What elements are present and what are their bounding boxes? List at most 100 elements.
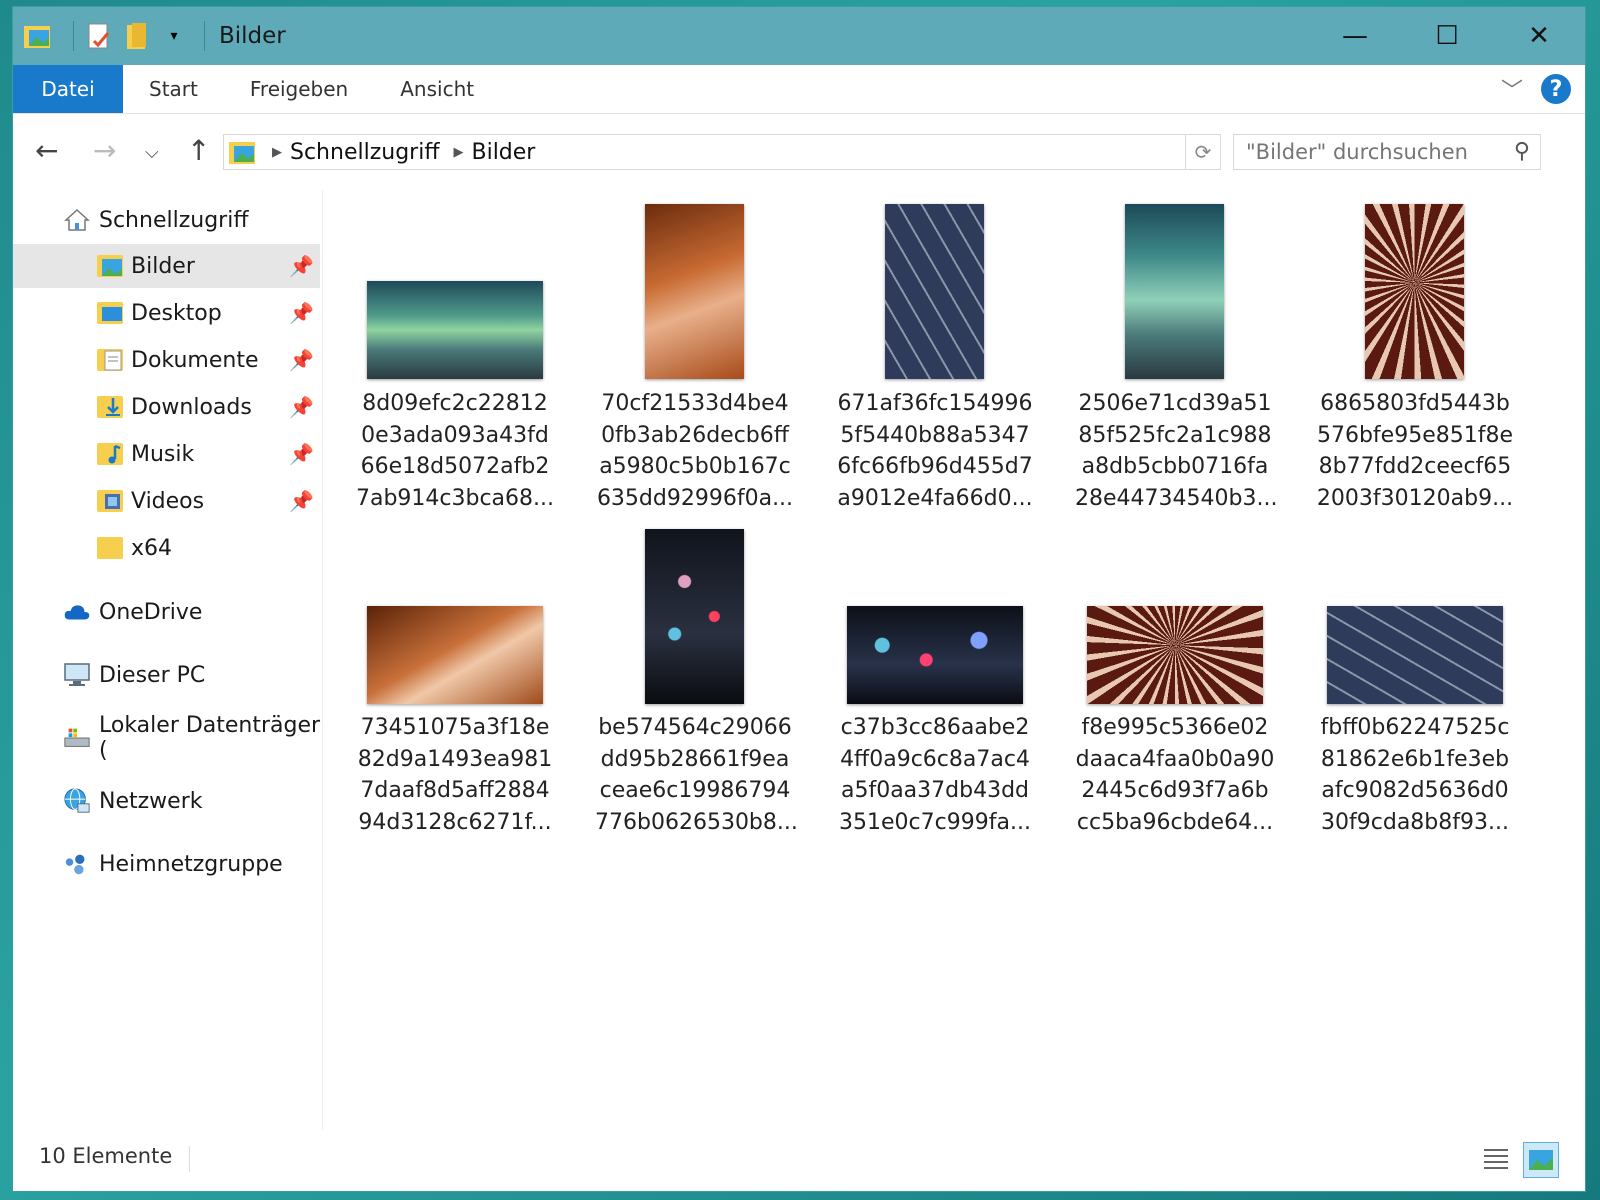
file-thumbnail-solar-panels-wide[interactable]: [1327, 606, 1503, 704]
file-thumbnail-bokeh-wide[interactable]: [847, 606, 1023, 704]
large-icons-view-icon[interactable]: [1523, 1142, 1559, 1178]
computer-icon: [63, 662, 91, 688]
status-divider: [189, 1146, 190, 1172]
file-name[interactable]: 73451075a3f18e 82d9a1493ea981 7daaf8d5af…: [355, 712, 555, 838]
forward-arrow-icon[interactable]: →: [93, 134, 116, 167]
file-name[interactable]: 8d09efc2c22812 0e3ada093a43fd 66e18d5072…: [355, 388, 555, 514]
search-icon[interactable]: ⚲: [1514, 139, 1530, 164]
sidebar-item-label: x64: [131, 535, 173, 561]
window-controls: — ☐ ✕: [1309, 7, 1585, 65]
sidebar-item-heimnetzgruppe[interactable]: Heimnetzgruppe: [63, 842, 283, 886]
file-name[interactable]: be574564c29066 dd95b28661f9ea ceae6c1998…: [595, 712, 798, 838]
quick-access-toolbar: ▾: [13, 7, 215, 65]
file-thumbnail-wood-curve[interactable]: [645, 204, 744, 379]
downloads-folder-icon: [97, 396, 123, 418]
properties-icon[interactable]: [84, 21, 114, 51]
breadcrumb-schnellzugriff[interactable]: Schnellzugriff: [290, 140, 439, 165]
sidebar-item-dieser-pc[interactable]: Dieser PC: [63, 653, 205, 697]
breadcrumb-separator-icon[interactable]: ▶: [272, 145, 282, 160]
status-bar: 10 Elemente: [13, 1130, 1585, 1191]
file-thumbnail-portrait-aurora[interactable]: [1125, 204, 1224, 379]
customize-toolbar-icon[interactable]: ▾: [164, 21, 184, 51]
sidebar-item-videos[interactable]: Videos 📌: [13, 479, 320, 523]
file-thumbnail-red-sculpture[interactable]: [1365, 204, 1464, 379]
file-thumbnail-solar-panels[interactable]: [885, 204, 984, 379]
home-icon: [63, 207, 91, 233]
window-title: Bilder: [219, 23, 286, 49]
file-thumbnail-red-sculpture-wide[interactable]: [1087, 606, 1263, 704]
details-view-icon[interactable]: [1479, 1142, 1513, 1176]
help-button[interactable]: ?: [1541, 74, 1571, 104]
item-count: 10 Elemente: [39, 1144, 173, 1168]
file-thumbnail-wood-curve-wide[interactable]: [367, 606, 543, 704]
tab-ansicht[interactable]: Ansicht: [374, 65, 500, 113]
address-bar[interactable]: ▶ Schnellzugriff ▶ Bilder ⟳: [223, 134, 1221, 170]
file-view: 8d09efc2c22812 0e3ada093a43fd 66e18d5072…: [323, 190, 1585, 1130]
file-name[interactable]: 671af36fc154996 5f5440b88a5347 6fc66fb96…: [835, 388, 1035, 514]
sidebar-item-musik[interactable]: Musik 📌: [13, 432, 320, 476]
breadcrumb-separator-icon[interactable]: ▶: [453, 145, 463, 160]
minimize-button[interactable]: —: [1309, 7, 1401, 65]
sidebar-item-label: Lokaler Datenträger (: [99, 713, 321, 763]
sidebar-item-label: Heimnetzgruppe: [99, 851, 283, 877]
file-name[interactable]: 2506e71cd39a51 85f525fc2a1c988 a8db5cbb0…: [1075, 388, 1277, 514]
pin-icon[interactable]: 📌: [289, 489, 314, 513]
file-name[interactable]: fbff0b62247525c 81862e6b1fe3eb afc9082d5…: [1315, 712, 1515, 838]
sidebar-item-lokaler-datentraeger[interactable]: Lokaler Datenträger (: [63, 713, 322, 763]
file-thumbnail-landscape-aurora[interactable]: [367, 281, 543, 379]
pin-icon[interactable]: 📌: [289, 348, 314, 372]
sidebar-item-onedrive[interactable]: OneDrive: [63, 590, 202, 634]
tab-freigeben[interactable]: Freigeben: [224, 65, 374, 113]
recent-locations-chevron-icon[interactable]: ⌵: [145, 142, 159, 163]
sidebar-item-bilder[interactable]: Bilder 📌: [13, 244, 320, 288]
file-thumbnail-bokeh-portrait[interactable]: [645, 529, 744, 704]
navigation-pane: Schnellzugriff Bilder 📌 Desktop 📌 Dokume…: [13, 190, 323, 1130]
up-arrow-icon[interactable]: ↑: [187, 134, 210, 167]
back-arrow-icon[interactable]: ←: [35, 134, 58, 167]
pin-icon[interactable]: 📌: [289, 301, 314, 325]
sidebar-item-label: Dokumente: [131, 347, 259, 373]
search-input[interactable]: [1244, 139, 1508, 165]
sidebar-item-label: Netzwerk: [99, 788, 203, 814]
tab-datei[interactable]: Datei: [13, 65, 123, 113]
sidebar-item-label: Bilder: [131, 253, 195, 279]
sidebar-item-schnellzugriff[interactable]: Schnellzugriff: [63, 198, 248, 242]
close-button[interactable]: ✕: [1493, 7, 1585, 65]
pictures-folder-icon: [97, 255, 123, 277]
homegroup-icon: [63, 851, 91, 877]
sidebar-item-dokumente[interactable]: Dokumente 📌: [13, 338, 320, 382]
documents-folder-icon: [97, 349, 123, 371]
title-bar: ▾ Bilder — ☐ ✕: [13, 7, 1585, 65]
tab-start[interactable]: Start: [123, 65, 224, 113]
pin-icon[interactable]: 📌: [289, 442, 314, 466]
refresh-icon[interactable]: ⟳: [1185, 135, 1220, 169]
ribbon-tabs: Datei Start Freigeben Ansicht ﹀ ?: [13, 65, 1585, 114]
explorer-window: ▾ Bilder — ☐ ✕ Datei Start Freigeben Ans…: [12, 6, 1586, 1192]
breadcrumb-bilder[interactable]: Bilder: [471, 140, 535, 165]
toolbar-divider: [204, 21, 205, 51]
sidebar-item-downloads[interactable]: Downloads 📌: [13, 385, 320, 429]
pin-icon[interactable]: 📌: [289, 395, 314, 419]
sidebar-item-netzwerk[interactable]: Netzwerk: [63, 779, 202, 823]
network-globe-icon: [63, 788, 91, 814]
sidebar-item-label: Dieser PC: [99, 662, 206, 688]
file-name[interactable]: 6865803fd5443b 576bfe95e851f8e 8b77fdd2c…: [1315, 388, 1515, 514]
drive-icon: [63, 725, 91, 751]
sidebar-item-label: Downloads: [131, 394, 252, 420]
maximize-button[interactable]: ☐: [1401, 7, 1493, 65]
folder-icon: [97, 537, 123, 559]
expand-ribbon-chevron-icon[interactable]: ﹀: [1501, 73, 1523, 105]
file-name[interactable]: f8e995c5366e02 daaca4faa0b0a90 2445c6d93…: [1075, 712, 1275, 838]
sidebar-item-desktop[interactable]: Desktop 📌: [13, 291, 320, 335]
toolbar-divider: [73, 21, 74, 51]
ribbon-right-controls: ﹀ ?: [1501, 73, 1571, 105]
sidebar-item-x64[interactable]: x64: [13, 526, 320, 570]
pictures-folder-icon: [23, 21, 53, 51]
pin-icon[interactable]: 📌: [289, 254, 314, 278]
file-name[interactable]: c37b3cc86aabe2 4ff0a9c6c8a7ac4 a5f0aa37d…: [835, 712, 1035, 838]
sidebar-item-label: OneDrive: [99, 599, 203, 625]
search-box[interactable]: ⚲: [1233, 134, 1541, 170]
file-name[interactable]: 70cf21533d4be4 0fb3ab26decb6ff a5980c5b0…: [595, 388, 795, 514]
new-folder-icon[interactable]: [124, 21, 154, 51]
sidebar-item-label: Schnellzugriff: [99, 207, 249, 233]
